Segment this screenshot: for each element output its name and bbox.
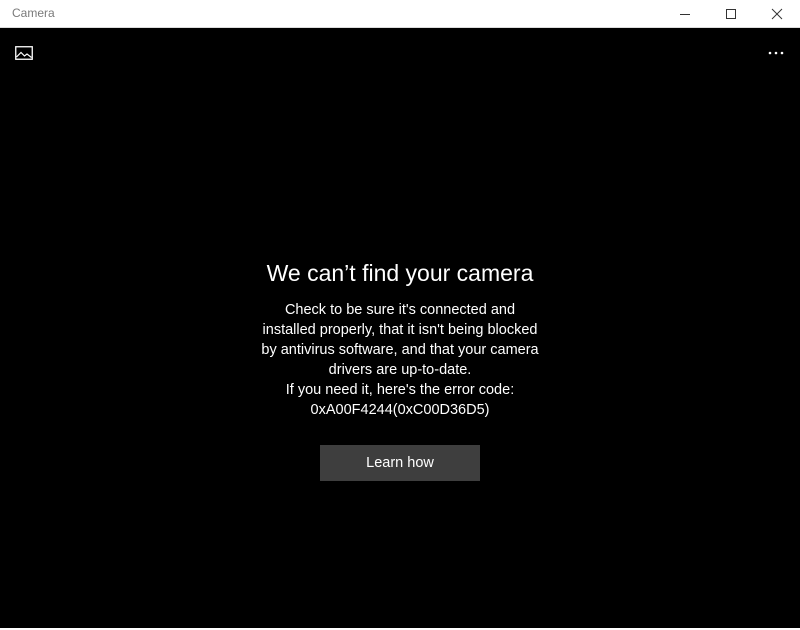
error-message: We can’t find your camera Check to be su… (200, 258, 600, 420)
error-body-line: drivers are up-to-date. (328, 362, 472, 378)
more-options-icon (768, 51, 784, 55)
error-heading: We can’t find your camera (266, 260, 534, 286)
maximize-button[interactable] (708, 0, 754, 27)
minimize-icon (680, 13, 690, 15)
close-button[interactable] (754, 0, 800, 27)
maximize-icon (726, 8, 736, 19)
more-options-button[interactable] (762, 42, 790, 64)
error-body-line: installed properly, that it isn't being … (262, 322, 538, 338)
photo-gallery-button[interactable] (12, 42, 36, 64)
photo-gallery-icon (15, 46, 33, 60)
learn-how-button[interactable]: Learn how (320, 445, 480, 481)
window-title: Camera (12, 6, 55, 20)
error-code: 0xA00F4244(0xC00D36D5) (310, 402, 490, 418)
error-body-line: If you need it, here's the error code: (285, 382, 515, 398)
error-body-line: Check to be sure it's connected and (284, 302, 516, 318)
camera-app-window: Camera We can’t find your camera Check t… (0, 0, 800, 630)
close-icon (771, 8, 783, 19)
title-bar[interactable]: Camera (0, 0, 800, 28)
minimize-button[interactable] (662, 0, 708, 27)
error-body-line: by antivirus software, and that your cam… (261, 342, 539, 358)
